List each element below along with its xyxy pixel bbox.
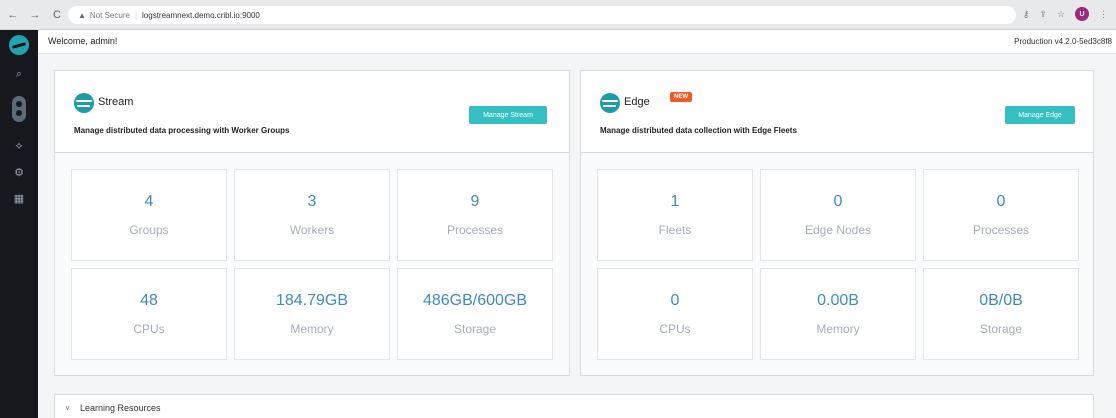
stat-value: 1 (670, 193, 680, 211)
stat-label: Processes (972, 222, 1030, 237)
stat-value: 9 (470, 193, 480, 211)
stat-label: Storage (979, 321, 1023, 336)
reload-icon[interactable]: C (48, 6, 66, 24)
stat-label: Edge Nodes (804, 222, 872, 237)
edge-stats-grid: 1 Fleets 0 Edge Nodes 0 Processes 0 CPUs… (597, 169, 1079, 360)
edge-panel-header: Edge NEW Manage distributed data collect… (581, 71, 1093, 153)
search-icon[interactable]: ⌕ (0, 68, 38, 81)
stat-value: 486GB/600GB (422, 292, 528, 310)
version-label: Production v4.2.0-5ed3c8f8 (1014, 37, 1112, 46)
edge-processes-tile[interactable]: 0 Processes (923, 169, 1079, 261)
stat-label: Fleets (658, 222, 692, 237)
stream-groups-tile[interactable]: 4 Groups (71, 169, 227, 261)
browser-actions: ⚷ ⇪ ☆ U ⋮ (1023, 7, 1108, 21)
address-separator: | (134, 10, 138, 20)
stream-workers-tile[interactable]: 3 Workers (234, 169, 390, 261)
new-badge: NEW (670, 92, 692, 102)
cribl-logo-icon[interactable] (9, 35, 29, 55)
edge-cpus-tile[interactable]: 0 CPUs (597, 268, 753, 360)
stream-title: Stream (98, 96, 134, 108)
profile-avatar[interactable]: U (1075, 7, 1089, 21)
nodes-icon[interactable]: ⟡ (0, 140, 38, 153)
stream-panel: Stream Manage distributed data processin… (54, 70, 570, 376)
stat-value: 0 (996, 193, 1006, 211)
stat-value: 4 (144, 193, 154, 211)
stream-description: Manage distributed data processing with … (74, 126, 290, 135)
edge-storage-tile[interactable]: 0B/0B Storage (923, 268, 1079, 360)
edge-nodes-tile[interactable]: 0 Edge Nodes (760, 169, 916, 261)
star-icon[interactable]: ☆ (1057, 9, 1065, 20)
stat-value: 48 (140, 292, 158, 310)
menu-icon[interactable]: ⋮ (1099, 9, 1108, 20)
edge-logo-icon (600, 93, 620, 113)
stat-label: CPUs (659, 321, 691, 336)
stream-panel-header: Stream Manage distributed data processin… (55, 71, 569, 153)
stat-value: 184.79GB (275, 292, 349, 310)
manage-stream-button[interactable]: Manage Stream (469, 106, 547, 124)
edge-fleets-tile[interactable]: 1 Fleets (597, 169, 753, 261)
learning-resources-section[interactable]: ∨ Learning Resources (54, 394, 1094, 418)
edge-panel: Edge NEW Manage distributed data collect… (580, 70, 1094, 376)
stat-label: Groups (129, 222, 169, 237)
stat-label: Processes (446, 222, 504, 237)
edge-memory-tile[interactable]: 0.00B Memory (760, 268, 916, 360)
stream-storage-tile[interactable]: 486GB/600GB Storage (397, 268, 553, 360)
stat-value: 0 (833, 193, 843, 211)
edge-description: Manage distributed data collection with … (600, 126, 797, 135)
stat-value: 3 (307, 193, 317, 211)
forward-arrow-icon[interactable]: → (26, 6, 44, 24)
stat-value: 0.00B (817, 292, 859, 310)
not-secure-label: Not Secure (89, 10, 130, 20)
manage-edge-button[interactable]: Manage Edge (1005, 106, 1075, 124)
back-arrow-icon[interactable]: ← (4, 6, 22, 24)
stat-label: Workers (289, 222, 335, 237)
stat-label: Memory (816, 321, 860, 336)
share-icon[interactable]: ⇪ (1039, 9, 1047, 20)
stat-label: Memory (290, 321, 334, 336)
url-text: logstreamnext.demo.cribl.io:9000 (142, 10, 260, 20)
settings-icon[interactable]: ⚙ (0, 166, 38, 179)
stat-label: CPUs (133, 321, 165, 336)
stat-value: 0B/0B (979, 292, 1023, 310)
key-icon[interactable]: ⚷ (1023, 9, 1030, 20)
stream-cpus-tile[interactable]: 48 CPUs (71, 268, 227, 360)
app-header: Welcome, admin! Production v4.2.0-5ed3c8… (38, 30, 1116, 54)
stat-label: Storage (453, 321, 497, 336)
sidebar: ⌕ ⟡ ⚙ ▦ (0, 30, 38, 418)
stream-logo-icon (74, 93, 94, 113)
browser-toolbar: ← → C ▲ Not Secure | logstreamnext.demo.… (0, 0, 1116, 30)
edge-title: Edge (624, 96, 650, 108)
warning-icon: ▲ (78, 10, 86, 20)
learning-resources-label: Learning Resources (80, 403, 161, 413)
monitoring-icon[interactable]: ▦ (0, 192, 38, 205)
welcome-message: Welcome, admin! (48, 36, 118, 46)
products-toggle-icon[interactable] (12, 96, 26, 122)
stat-value: 0 (670, 292, 680, 310)
address-bar[interactable]: ▲ Not Secure | logstreamnext.demo.cribl.… (68, 6, 1016, 24)
stream-memory-tile[interactable]: 184.79GB Memory (234, 268, 390, 360)
chevron-down-icon[interactable]: ∨ (65, 404, 70, 412)
stream-processes-tile[interactable]: 9 Processes (397, 169, 553, 261)
stream-stats-grid: 4 Groups 3 Workers 9 Processes 48 CPUs 1… (71, 169, 553, 360)
